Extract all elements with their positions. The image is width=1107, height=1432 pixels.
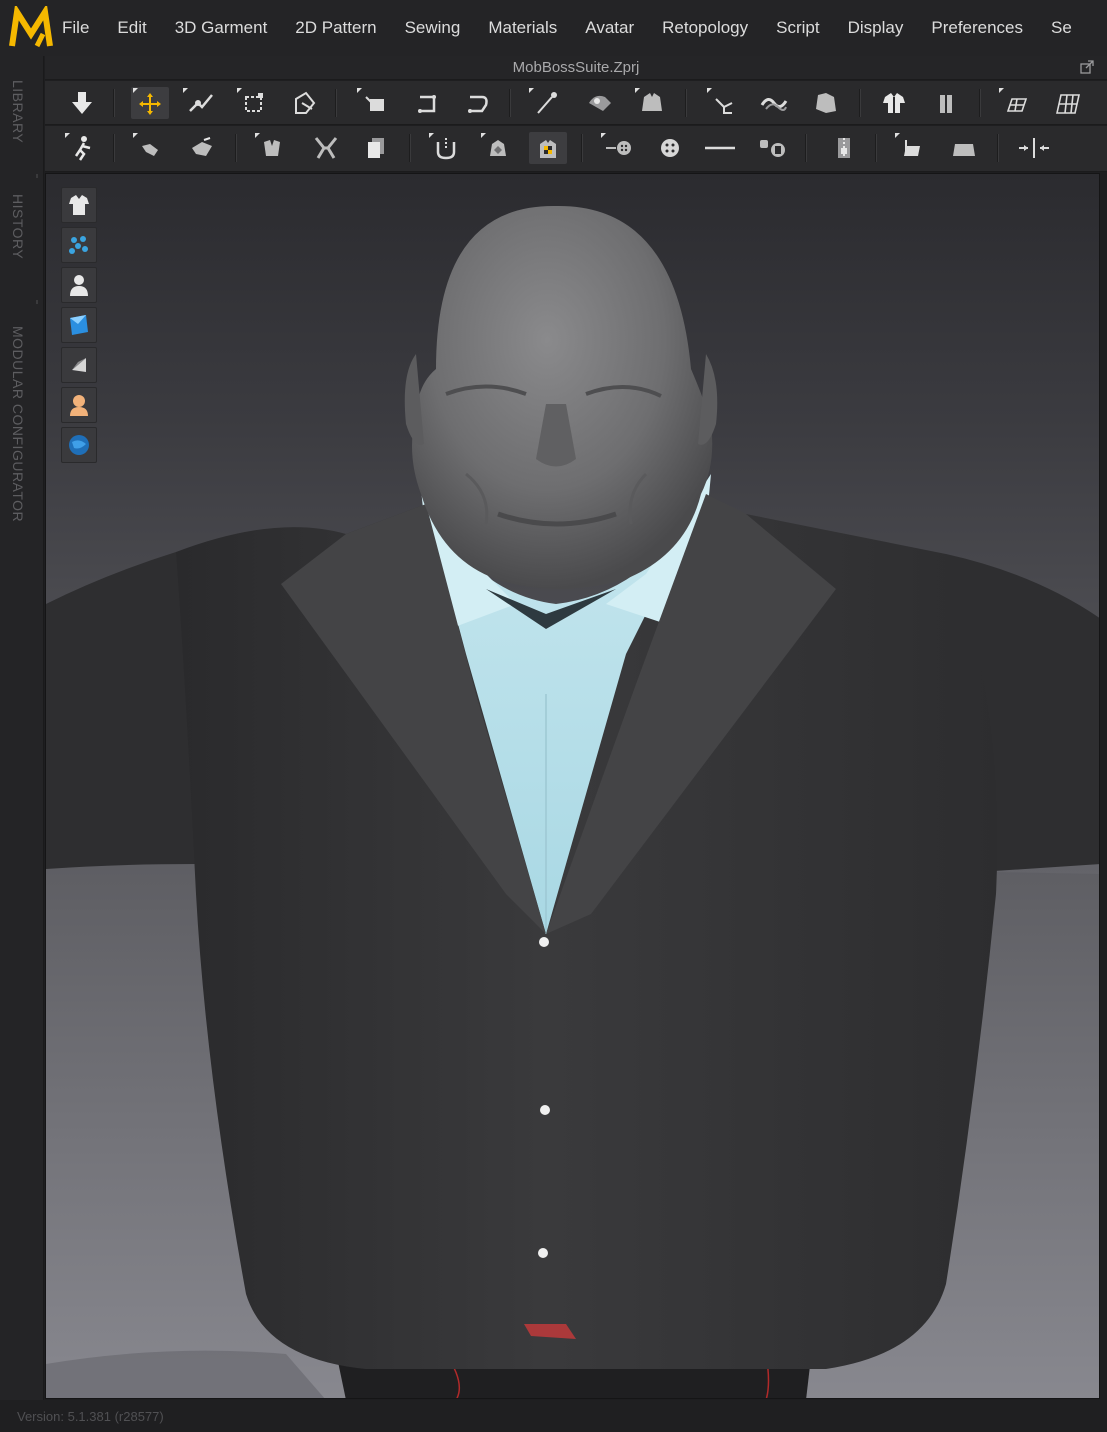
pose-avatar-icon[interactable] <box>63 132 101 164</box>
reshape-avatar-icon[interactable] <box>183 132 221 164</box>
menu-preferences[interactable]: Preferences <box>931 18 1023 38</box>
main-menu: File Edit 3D Garment 2D Pattern Sewing M… <box>62 0 1100 56</box>
md-logo-icon <box>9 6 53 48</box>
garment-fit-icon[interactable] <box>633 87 671 119</box>
uv-checker-icon[interactable] <box>529 132 567 164</box>
line-icon[interactable] <box>701 132 739 164</box>
menu-settings-truncated[interactable]: Se <box>1051 18 1072 38</box>
pin-icon[interactable] <box>527 87 565 119</box>
environment-view-icon[interactable] <box>61 427 97 463</box>
menu-sewing[interactable]: Sewing <box>405 18 461 38</box>
status-bar: Version: 5.1.381 (r28577) <box>0 1400 1107 1432</box>
tab-divider <box>36 174 38 178</box>
fold-arrangement-icon[interactable] <box>355 87 393 119</box>
toolbar-row-2 <box>45 126 1107 172</box>
menu-3d-garment[interactable]: 3D Garment <box>175 18 268 38</box>
menu-avatar[interactable]: Avatar <box>585 18 634 38</box>
segment-sewing-icon[interactable] <box>705 87 743 119</box>
garment-view-icon[interactable] <box>61 187 97 223</box>
topstitch-icon[interactable] <box>427 132 465 164</box>
avatar-render <box>46 205 1099 1398</box>
flatten-grid-icon[interactable] <box>1049 87 1087 119</box>
free-sewing-icon[interactable] <box>755 87 793 119</box>
menu-materials[interactable]: Materials <box>488 18 557 38</box>
zipper-icon[interactable] <box>825 132 863 164</box>
version-label: Version: 5.1.381 (r28577) <box>17 1408 164 1424</box>
avatar-measure-icon[interactable] <box>927 87 965 119</box>
buttonhole-icon[interactable] <box>651 132 689 164</box>
button-icon[interactable] <box>599 132 637 164</box>
grid-pattern-icon[interactable] <box>997 87 1035 119</box>
fabric-texture-icon[interactable] <box>357 132 395 164</box>
edit-garment-icon[interactable] <box>253 132 291 164</box>
skin-view-icon[interactable] <box>61 387 97 423</box>
shirt-arrangement-icon[interactable] <box>875 87 913 119</box>
fold-curve-icon[interactable] <box>459 87 497 119</box>
lock-button-icon[interactable] <box>753 132 791 164</box>
fold-pattern-icon[interactable] <box>409 87 447 119</box>
particle-view-icon[interactable] <box>61 227 97 263</box>
avatar-view-icon[interactable] <box>61 267 97 303</box>
menu-bar: File Edit 3D Garment 2D Pattern Sewing M… <box>0 0 1107 56</box>
transform-pattern-icon[interactable] <box>235 87 273 119</box>
popout-window-icon[interactable] <box>1079 59 1095 80</box>
edit-avatar-icon[interactable] <box>131 132 169 164</box>
select-move-icon[interactable] <box>131 87 169 119</box>
texture-edit-icon[interactable] <box>479 132 517 164</box>
edit-curvature-icon[interactable] <box>285 87 323 119</box>
puckering-icon[interactable] <box>893 132 931 164</box>
menu-retopology[interactable]: Retopology <box>662 18 748 38</box>
menu-edit[interactable]: Edit <box>117 18 146 38</box>
document-title-bar: MobBossSuite.Zprj <box>45 56 1107 80</box>
tab-divider <box>36 300 38 304</box>
tab-modular-configurator[interactable]: MODULAR CONFIGURATOR <box>10 326 26 522</box>
tack-icon[interactable] <box>581 87 619 119</box>
shape-boundary-icon[interactable] <box>945 132 983 164</box>
check-sewing-icon[interactable] <box>807 87 845 119</box>
menu-script[interactable]: Script <box>776 18 819 38</box>
simulation-icon[interactable] <box>63 87 101 119</box>
select-mesh-icon[interactable] <box>307 132 345 164</box>
texture-view-icon[interactable] <box>61 347 97 383</box>
tab-library[interactable]: LIBRARY <box>10 80 26 143</box>
edit-pattern-icon[interactable] <box>181 87 219 119</box>
menu-file[interactable]: File <box>62 18 89 38</box>
side-panel-tabs: LIBRARY HISTORY MODULAR CONFIGURATOR <box>0 56 44 1400</box>
document-title: MobBossSuite.Zprj <box>512 59 640 76</box>
menu-display[interactable]: Display <box>848 18 904 38</box>
toolbar-row-1 <box>45 81 1107 125</box>
measure-icon[interactable] <box>1015 132 1053 164</box>
md-logo[interactable] <box>0 0 62 56</box>
fabric-view-icon[interactable] <box>61 307 97 343</box>
3d-viewport[interactable] <box>45 173 1100 1399</box>
tab-history[interactable]: HISTORY <box>10 194 26 259</box>
viewport-border <box>1100 173 1107 1400</box>
menu-2d-pattern[interactable]: 2D Pattern <box>295 18 376 38</box>
